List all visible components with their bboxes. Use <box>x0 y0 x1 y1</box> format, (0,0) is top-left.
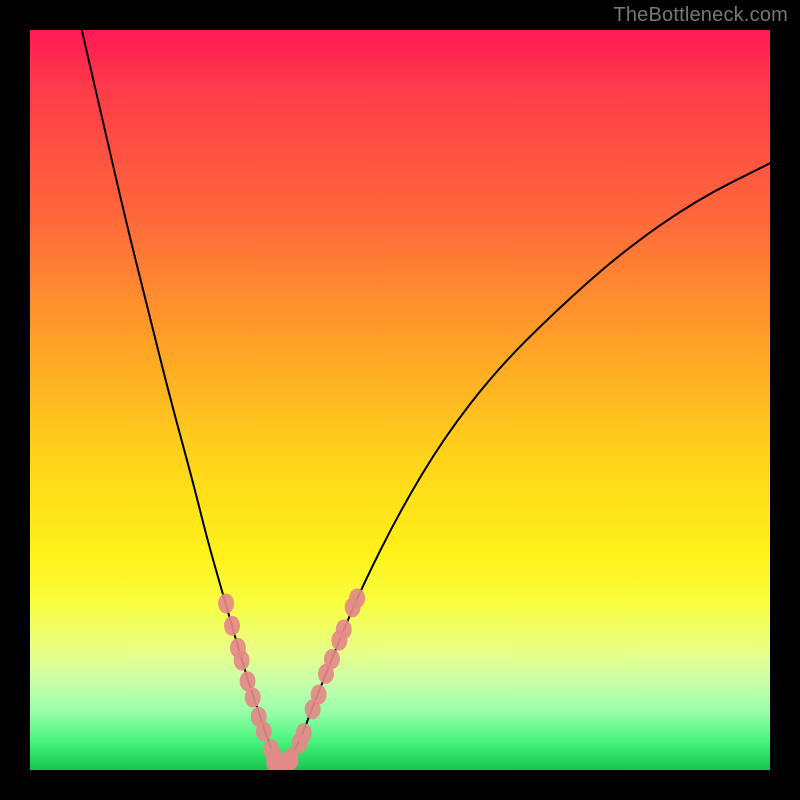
marker-point <box>234 650 250 670</box>
series-group <box>82 30 770 770</box>
marker-point <box>256 722 272 742</box>
marker-point <box>296 723 312 743</box>
curve-left-branch <box>82 30 282 766</box>
plot-area <box>30 30 770 770</box>
marker-point <box>324 649 340 669</box>
marker-point <box>336 619 352 639</box>
outer-frame: TheBottleneck.com <box>0 0 800 800</box>
curve-right-branch <box>282 163 770 766</box>
marker-point <box>245 687 261 707</box>
marker-point <box>349 588 365 608</box>
marker-point <box>311 685 327 705</box>
marker-point <box>218 594 234 614</box>
watermark-text: TheBottleneck.com <box>613 4 788 27</box>
marker-point <box>282 750 298 770</box>
marker-point <box>224 616 240 636</box>
chart-svg <box>30 30 770 770</box>
